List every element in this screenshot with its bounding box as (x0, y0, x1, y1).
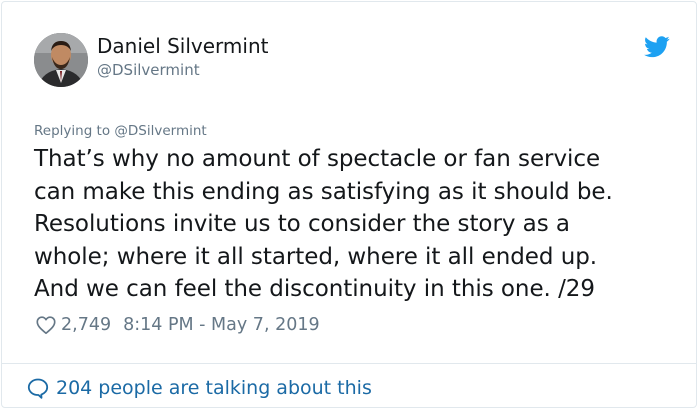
twitter-bird-icon[interactable] (644, 36, 670, 58)
author-name[interactable]: Daniel Silvermint (97, 34, 268, 58)
comment-bubble-icon (27, 378, 49, 399)
divider (2, 363, 696, 364)
replying-to[interactable]: Replying to @DSilvermint (34, 121, 207, 141)
tweet-card: Daniel Silvermint @DSilvermint Replying … (1, 1, 697, 408)
talking-link[interactable]: 204 people are talking about this (26, 374, 372, 402)
heart-icon[interactable] (35, 314, 57, 336)
like-count[interactable]: 2,749 (61, 315, 111, 335)
tweet-text: That’s why no amount of spectacle or fan… (34, 146, 613, 303)
avatar[interactable] (34, 33, 88, 87)
timestamp[interactable]: 8:14 PM - May 7, 2019 (123, 315, 320, 335)
author-handle[interactable]: @DSilvermint (97, 60, 200, 80)
tweet-meta: 2,749 8:14 PM - May 7, 2019 (35, 313, 320, 337)
talking-text[interactable]: 204 people are talking about this (56, 377, 372, 399)
